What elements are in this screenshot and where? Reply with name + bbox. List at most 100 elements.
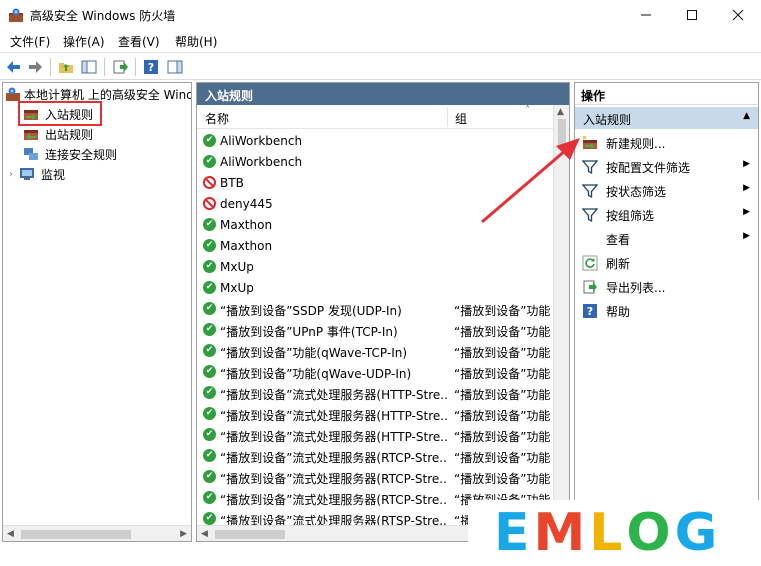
back-button[interactable] — [5, 58, 23, 76]
sort-ascending-icon: ˄ — [525, 105, 530, 116]
action-item[interactable]: 按状态筛选 ▶ — [575, 179, 758, 203]
action-item-label: 按状态筛选 — [606, 185, 667, 199]
table-row[interactable]: ✔ “播放到设备”SSDP 发现(UDP-In) “播放到设备”功能 — [197, 299, 555, 320]
toolbar-separator — [104, 58, 105, 76]
collapse-caret-icon[interactable]: ▲ — [743, 111, 750, 121]
rule-group: “播放到设备”功能 — [454, 409, 551, 423]
table-row[interactable]: ✔ Maxthon — [197, 236, 555, 257]
table-row[interactable]: ✔ “播放到设备”流式处理服务器(RTCP-Stre... “播放到设备”功能 — [197, 446, 555, 467]
action-item[interactable]: 按配置文件筛选 ▶ — [575, 155, 758, 179]
table-row[interactable]: ✔ “播放到设备”流式处理服务器(HTTP-Stre... “播放到设备”功能 — [197, 404, 555, 425]
column-divider[interactable] — [447, 107, 448, 127]
action-item[interactable]: 导出列表... — [575, 275, 758, 299]
action-item[interactable]: 新建规则... — [575, 131, 758, 155]
submenu-arrow-icon: ▶ — [743, 231, 750, 241]
rule-name: deny445 — [220, 197, 273, 211]
scroll-up-icon[interactable]: ▲ — [557, 107, 564, 117]
table-row[interactable]: ✔ “播放到设备”流式处理服务器(HTTP-Stre... “播放到设备”功能 — [197, 383, 555, 404]
action-item-label: 按配置文件筛选 — [606, 161, 691, 175]
action-item-label: 刷新 — [606, 257, 631, 271]
tree-horizontal-scrollbar[interactable]: ◀ ▶ — [3, 525, 191, 541]
table-row[interactable]: ✔ MxUp — [197, 278, 555, 299]
action-item-label: 导出列表... — [606, 281, 666, 295]
allow-check-icon: ✔ — [203, 491, 216, 504]
submenu-arrow-icon: ▶ — [743, 207, 750, 217]
scroll-left-icon[interactable]: ◀ — [201, 529, 208, 539]
rule-group: “播放到设备”功能 — [454, 304, 551, 318]
scroll-right-icon[interactable]: ▶ — [180, 529, 187, 539]
table-row[interactable]: ✔ “播放到设备”功能(qWave-TCP-In) “播放到设备”功能 — [197, 341, 555, 362]
action-item[interactable]: 查看 ▶ — [575, 227, 758, 251]
allow-check-icon: ✔ — [203, 134, 216, 147]
tree-item-outbound-rules[interactable]: 出站规则 — [23, 124, 93, 144]
svg-text:?: ? — [587, 305, 593, 318]
allow-check-icon: ✔ — [203, 281, 216, 294]
close-button[interactable] — [715, 0, 761, 30]
expand-chevron-icon[interactable]: › — [9, 169, 13, 180]
allow-check-icon: ✔ — [203, 365, 216, 378]
action-item[interactable]: ? 帮助 — [575, 299, 758, 323]
rule-group: “播放到设备”功能 — [454, 430, 551, 444]
action-item[interactable]: 刷新 — [575, 251, 758, 275]
rule-name: “播放到设备”流式处理服务器(RTCP-Stre... — [220, 472, 448, 486]
emlog-watermark: E M L O G — [468, 500, 761, 566]
tree-item-monitor[interactable]: › 监视 — [9, 164, 65, 184]
computer-firewall-icon — [5, 86, 21, 102]
up-folder-button[interactable] — [57, 58, 75, 76]
menu-help[interactable]: 帮助(H) — [175, 33, 217, 50]
show-action-pane-button[interactable] — [166, 58, 184, 76]
rule-name: “播放到设备”流式处理服务器(RTCP-Stre... — [220, 451, 448, 465]
help-icon: ? — [582, 303, 598, 319]
actions-group-inbound-rules[interactable]: 入站规则 ▲ — [575, 107, 758, 129]
column-header-name[interactable]: 名称 — [205, 110, 229, 127]
table-row[interactable]: ✔ “播放到设备”流式处理服务器(HTTP-Stre... “播放到设备”功能 — [197, 425, 555, 446]
maximize-button[interactable] — [669, 0, 715, 30]
window-title: 高级安全 Windows 防火墙 — [30, 9, 176, 23]
scroll-left-icon[interactable]: ◀ — [7, 529, 14, 539]
watermark-letter: M — [533, 503, 586, 563]
connection-security-icon — [23, 146, 39, 162]
action-item-label: 查看 — [606, 233, 631, 247]
show-hide-tree-button[interactable] — [80, 58, 98, 76]
rule-name: MxUp — [220, 260, 254, 274]
allow-check-icon: ✔ — [203, 218, 216, 231]
menu-view[interactable]: 查看(V) — [118, 33, 160, 50]
action-item[interactable]: 按组筛选 ▶ — [575, 203, 758, 227]
highlight-annotation — [18, 101, 102, 126]
allow-check-icon: ✔ — [203, 344, 216, 357]
export-icon — [582, 279, 598, 295]
menu-action[interactable]: 操作(A) — [63, 33, 105, 50]
rule-name: “播放到设备”流式处理服务器(HTTP-Stre... — [220, 388, 448, 402]
tree-item-label: 出站规则 — [45, 127, 94, 142]
table-row[interactable]: ✔ MxUp — [197, 257, 555, 278]
watermark-letter: E — [494, 503, 530, 563]
forward-button[interactable] — [26, 58, 44, 76]
refresh-icon — [582, 255, 598, 271]
scrollbar-thumb[interactable] — [215, 530, 285, 539]
block-icon — [203, 176, 216, 189]
allow-check-icon: ✔ — [203, 239, 216, 252]
rule-group: “播放到设备”功能 — [454, 388, 551, 402]
menu-file[interactable]: 文件(F) — [10, 33, 50, 50]
list-pane-title: 入站规则 — [197, 83, 569, 105]
help-icon: ? — [144, 60, 158, 74]
export-button[interactable] — [111, 58, 129, 76]
allow-check-icon: ✔ — [203, 386, 216, 399]
firewall-app-icon — [8, 7, 24, 23]
scrollbar-thumb[interactable] — [21, 530, 131, 539]
tree-item-label: 监视 — [41, 167, 66, 182]
table-row[interactable]: ✔ “播放到设备”流式处理服务器(RTCP-Stre... “播放到设备”功能 — [197, 467, 555, 488]
table-row[interactable]: ✔ “播放到设备”UPnP 事件(TCP-In) “播放到设备”功能 — [197, 320, 555, 341]
tree-item-connection-security-rules[interactable]: 连接安全规则 — [23, 144, 117, 164]
actions-group-label: 入站规则 — [583, 113, 632, 127]
title-bar: 高级安全 Windows 防火墙 — [0, 0, 761, 30]
rule-name: AliWorkbench — [220, 155, 303, 169]
rule-name: “播放到设备”流式处理服务器(HTTP-Stre... — [220, 409, 448, 423]
table-row[interactable]: ✔ “播放到设备”功能(qWave-UDP-In) “播放到设备”功能 — [197, 362, 555, 383]
submenu-arrow-icon: ▶ — [743, 159, 750, 169]
allow-check-icon: ✔ — [203, 470, 216, 483]
minimize-button[interactable] — [623, 0, 669, 30]
column-header-group[interactable]: 组 — [455, 110, 467, 127]
watermark-letter: O — [626, 503, 671, 563]
help-button[interactable]: ? — [142, 58, 160, 76]
